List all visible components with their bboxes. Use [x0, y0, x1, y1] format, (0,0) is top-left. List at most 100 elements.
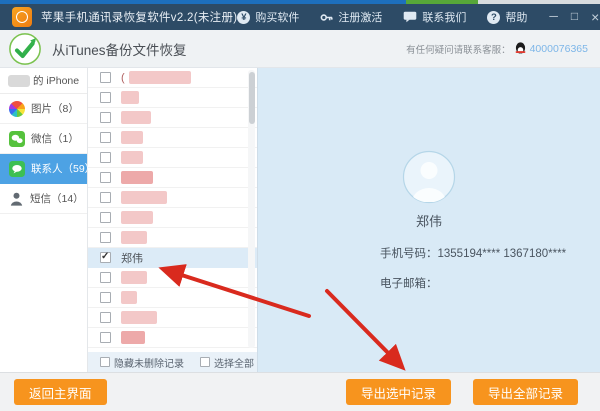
contact-name: 郑伟	[121, 252, 143, 265]
contact-checkbox[interactable]	[100, 272, 111, 283]
titlebar-menu-item[interactable]: 联系我们	[403, 9, 466, 25]
app-window: 苹果手机通讯录恢复软件v2.2(未注册) ¥ 购买软件 注册激活 联系我们? 帮助 ─ …	[0, 0, 600, 411]
contact-checkbox[interactable]	[100, 172, 111, 183]
contact-row[interactable]	[88, 148, 257, 168]
titlebar-menu-label: 购买软件	[255, 12, 300, 24]
sidebar-item[interactable]: 联系人（59）	[0, 154, 95, 184]
redacted-contact-name	[121, 231, 147, 244]
contacts-icon	[9, 160, 25, 177]
titlebar-menu: ¥ 购买软件 注册激活 联系我们 ? 帮助	[237, 9, 527, 25]
contact-checkbox[interactable]	[100, 332, 111, 343]
redacted-contact-name	[121, 191, 167, 204]
sidebar-item-label: 短信（14）	[30, 193, 84, 205]
contact-detail-panel: 郑伟 手机号码：1355194**** 1367180**** 电子邮箱：	[258, 68, 600, 372]
bottom-action-bar: 返回主界面 导出选中记录 导出全部记录	[0, 372, 600, 411]
contact-row[interactable]	[88, 208, 257, 228]
window-title: 苹果手机通讯录恢复软件v2.2(未注册)	[41, 12, 238, 24]
sidebar: 的 iPhone 图片（8） 微信（1） 联系人（59） 短信（14）	[0, 68, 95, 372]
contact-checkbox[interactable]	[100, 212, 111, 223]
redacted-contact-name	[121, 331, 145, 344]
contact-row[interactable]	[88, 188, 257, 208]
support-phone-number[interactable]: 4000076365	[530, 43, 588, 55]
strip-green-segment	[406, 0, 478, 4]
support-label: 有任何疑问请联系客服：	[406, 44, 511, 56]
hide-undeleted-option[interactable]: 隐藏未删除记录	[100, 355, 184, 370]
contact-row[interactable]	[88, 108, 257, 128]
contact-list-panel: ( 郑伟 隐藏未删除记录 选择全部	[88, 68, 258, 372]
page-title: 从iTunes备份文件恢复	[52, 42, 187, 58]
header: 从iTunes备份文件恢复 有任何疑问请联系客服： 4000076365	[0, 30, 600, 68]
app-logo-icon	[12, 7, 32, 27]
buy-icon: ¥	[237, 10, 251, 24]
redacted-contact-name	[121, 171, 153, 184]
key-icon	[321, 13, 334, 21]
redacted-device-name	[8, 74, 30, 87]
contact-checkbox[interactable]	[100, 152, 111, 163]
sidebar-item[interactable]: 短信（14）	[0, 184, 87, 214]
sidebar-item[interactable]: 微信（1）	[0, 124, 87, 154]
maximize-button[interactable]: □	[571, 10, 578, 24]
strip-gray-segment	[478, 0, 600, 4]
detail-phone-row: 手机号码：1355194**** 1367180****	[380, 245, 566, 261]
titlebar-menu-label: 注册激活	[338, 12, 383, 24]
sidebar-item-device[interactable]: 的 iPhone	[0, 68, 87, 94]
strip-blue-segment	[0, 0, 406, 4]
contact-checkbox[interactable]	[100, 72, 111, 83]
select-all-option[interactable]: 选择全部	[200, 355, 254, 370]
export-selected-button[interactable]: 导出选中记录	[345, 379, 451, 405]
titlebar-menu-label: 帮助	[505, 12, 528, 24]
support-info: 有任何疑问请联系客服： 4000076365	[406, 42, 588, 56]
redacted-contact-name	[121, 211, 153, 224]
contact-row[interactable]	[88, 268, 257, 288]
redacted-contact-name	[121, 151, 143, 164]
contact-checkbox[interactable]	[100, 232, 111, 243]
contact-row[interactable]	[88, 88, 257, 108]
redacted-contact-name	[128, 71, 191, 84]
qq-icon	[515, 42, 525, 54]
titlebar: 苹果手机通讯录恢复软件v2.2(未注册) ¥ 购买软件 注册激活 联系我们? 帮助 ─ …	[0, 4, 600, 30]
redacted-contact-name	[121, 291, 137, 304]
contact-row[interactable]	[88, 128, 257, 148]
contact-checkbox[interactable]	[100, 251, 111, 263]
sidebar-item-label: 联系人（59）	[31, 163, 96, 175]
contact-row[interactable]	[88, 168, 257, 188]
contact-row[interactable]	[88, 328, 257, 348]
hide-undeleted-checkbox[interactable]	[100, 357, 110, 367]
phone-value: 1355194**** 1367180****	[437, 248, 567, 260]
wechat-icon	[9, 130, 25, 147]
contact-row[interactable]	[88, 228, 257, 248]
contact-checkbox[interactable]	[100, 92, 111, 103]
hide-undeleted-label: 隐藏未删除记录	[114, 358, 184, 370]
titlebar-menu-item[interactable]: ? 帮助	[487, 9, 527, 25]
list-footer: 隐藏未删除记录 选择全部	[88, 352, 257, 372]
select-all-checkbox[interactable]	[200, 357, 210, 367]
redacted-contact-name	[121, 311, 157, 324]
list-scrollbar[interactable]	[248, 70, 255, 348]
contact-name-fragment: (	[121, 71, 125, 84]
export-all-button[interactable]: 导出全部记录	[472, 379, 578, 405]
contact-checkbox[interactable]	[100, 112, 111, 123]
contact-checkbox[interactable]	[100, 192, 111, 203]
chat-icon	[404, 11, 417, 23]
contact-row[interactable]: 郑伟	[88, 248, 257, 268]
titlebar-menu-item[interactable]: ¥ 购买软件	[237, 9, 299, 25]
phone-label: 手机号码：	[380, 248, 438, 260]
back-to-main-button[interactable]: 返回主界面	[14, 379, 107, 405]
detail-email-row: 电子邮箱：	[380, 275, 438, 291]
email-label: 电子邮箱：	[380, 278, 438, 290]
contact-checkbox[interactable]	[100, 132, 111, 143]
select-all-label: 选择全部	[214, 358, 254, 370]
scrollbar-thumb[interactable]	[248, 72, 255, 124]
titlebar-menu-item[interactable]: 注册激活	[320, 9, 382, 25]
device-label: 的 iPhone	[33, 75, 80, 87]
contact-row[interactable]	[88, 308, 257, 328]
contact-row[interactable]: (	[88, 68, 257, 88]
window-top-strip	[0, 0, 600, 4]
contact-row[interactable]	[88, 288, 257, 308]
sidebar-item[interactable]: 图片（8）	[0, 94, 87, 124]
close-button[interactable]: ×	[591, 10, 599, 24]
contact-checkbox[interactable]	[100, 292, 111, 303]
detail-contact-name: 郑伟	[415, 214, 442, 229]
minimize-button[interactable]: ─	[549, 10, 558, 24]
contact-checkbox[interactable]	[100, 312, 111, 323]
